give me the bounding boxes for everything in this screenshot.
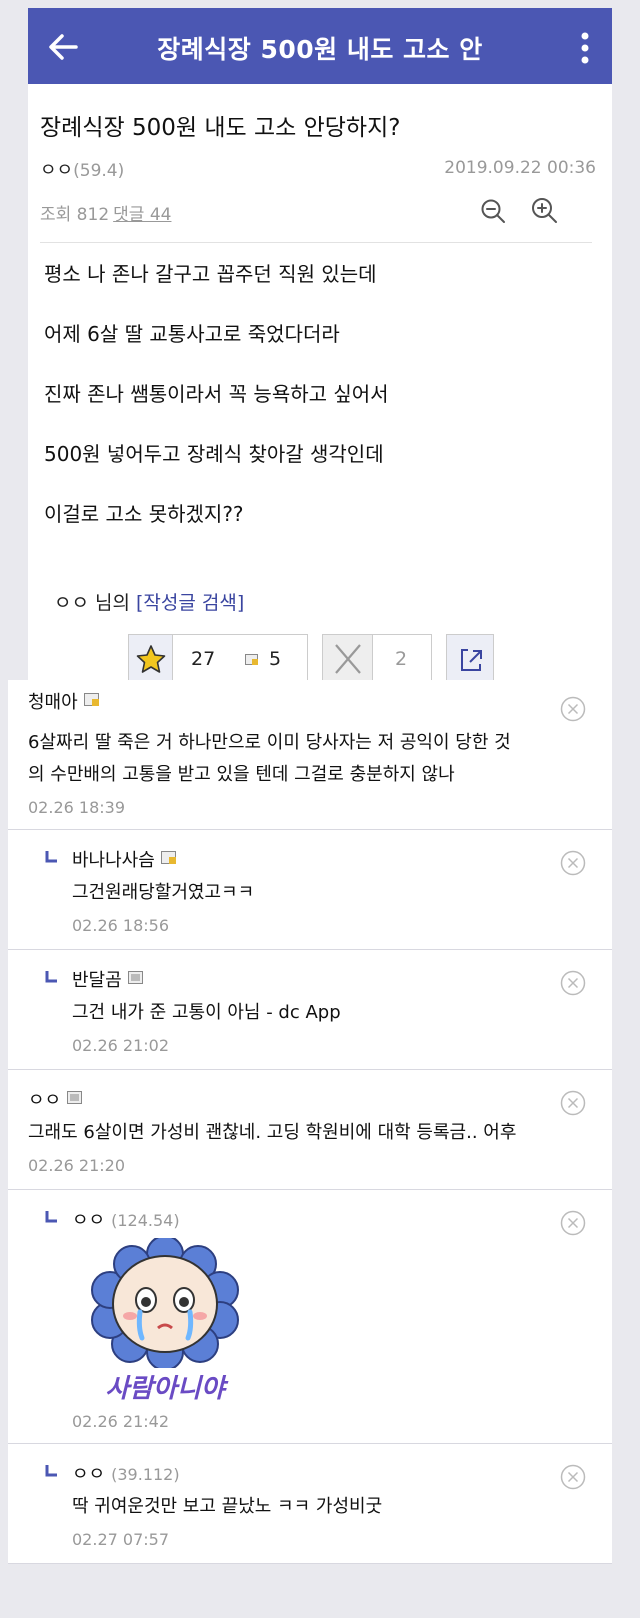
comment-author-score: (124.54)	[111, 1211, 180, 1230]
downvote-button[interactable]: 2	[322, 634, 432, 684]
reply-item: 반달곰 그건 내가 준 고통이 아님 - dc App 02.26 21:02	[8, 950, 612, 1070]
reply-item: ㅇㅇ (39.112) 딱 귀여운것만 보고 끝났노 ㅋㅋ 가성비굿 02.27 …	[8, 1444, 612, 1564]
comment-author: ㅇㅇ (39.112)	[72, 1460, 180, 1486]
comment-text: 딱 귀여운것만 보고 끝났노 ㅋㅋ 가성비굿	[72, 1496, 383, 1517]
comment-item: ㅇㅇ 그래도 6살이면 가성비 괜찮네. 고딩 학원비에 대학 등록금.. 어후…	[8, 1070, 612, 1190]
header-divider	[40, 242, 592, 243]
post-body-line: 진짜 존나 쌤통이라서 꼭 능욕하고 싶어서	[44, 382, 389, 406]
author-score: (59.4)	[73, 161, 125, 181]
author-name: ㅇㅇ	[40, 160, 74, 181]
post-body-line: 500원 넣어두고 장례식 찾아갈 생각인데	[44, 442, 384, 466]
comment-text: 그건 내가 준 고통이 아님 - dc App	[72, 1002, 341, 1023]
comment-date: 02.26 18:56	[72, 916, 169, 935]
post-card: 장례식장 500원 내도 고소 안 장례식장 500원 내도 고소 안당하지? …	[28, 8, 612, 708]
comment-text: 그건원래당할거였고ㅋㅋ	[72, 882, 255, 903]
post-title: 장례식장 500원 내도 고소 안당하지?	[40, 115, 401, 141]
comment-author-name: ㅇㅇ	[72, 1210, 106, 1231]
reply-item: 바나나사슴 그건원래당할거였고ㅋㅋ 02.26 18:56	[8, 830, 612, 950]
crying-face-icon	[91, 1235, 239, 1371]
comment-date: 02.26 21:02	[72, 1036, 169, 1055]
comment-text: 6살짜리 딸 죽은 거 하나만으로 이미 당사자는 저 공익이 당한 것	[28, 732, 511, 753]
comment-author-name: 반달곰	[72, 970, 122, 991]
view-count: 조회 812	[40, 205, 110, 225]
comment-date: 02.26 21:20	[28, 1156, 125, 1175]
comment-author: 바나나사슴	[72, 846, 177, 872]
share-button[interactable]	[446, 634, 494, 684]
crying-sticker-image: 사람아니야	[80, 1235, 250, 1410]
fixed-user-icon	[83, 693, 99, 706]
app-bar-title: 장례식장 500원 내도 고소 안	[157, 35, 483, 64]
comment-date: 02.27 07:57	[72, 1530, 169, 1549]
comment-count-link[interactable]: 댓글 44	[113, 205, 171, 225]
comment-author-score: (39.112)	[111, 1465, 180, 1484]
fixed-user-icon	[245, 654, 258, 665]
post-date: 2019.09.22 00:36	[444, 158, 596, 178]
comment-date: 02.26 21:42	[72, 1412, 169, 1431]
delete-comment-icon[interactable]	[560, 1464, 586, 1490]
comment-text: 그래도 6살이면 가성비 괜찮네. 고딩 학원비에 대학 등록금.. 어후	[28, 1122, 517, 1143]
zoom-out-icon[interactable]	[480, 198, 506, 224]
downvote-count: 2	[395, 648, 408, 670]
comment-author: ㅇㅇ (124.54)	[72, 1206, 180, 1232]
reply-arrow-icon	[45, 851, 57, 863]
delete-comment-icon[interactable]	[560, 970, 586, 996]
delete-comment-icon[interactable]	[560, 850, 586, 876]
user-icon	[67, 1091, 83, 1104]
fixed-user-icon	[160, 851, 176, 864]
comment-author: ㅇㅇ	[28, 1086, 83, 1112]
upvote-button[interactable]: 27 5	[128, 634, 308, 684]
upvote-count: 27	[191, 648, 216, 670]
comment-author-name: 바나나사슴	[72, 850, 155, 871]
comment-date: 02.26 18:39	[28, 798, 125, 817]
comment-item: 청매아 6살짜리 딸 죽은 거 하나만으로 이미 당사자는 저 공익이 당한 것…	[8, 680, 612, 830]
delete-comment-icon[interactable]	[560, 1090, 586, 1116]
author-posts: ㅇㅇ 님의 [작성글 검색]	[54, 588, 244, 615]
sticker-caption: 사람아니야	[105, 1374, 225, 1404]
post-author[interactable]: ㅇㅇ(59.4)	[40, 156, 124, 182]
comment-author-name: 청매아	[28, 692, 78, 713]
user-icon	[127, 971, 143, 984]
zoom-in-icon[interactable]	[530, 196, 558, 224]
comment-text: 의 수만배의 고통을 받고 있을 텐데 그걸로 충분하지 않나	[28, 764, 455, 785]
post-body-line: 이걸로 고소 못하겠지??	[44, 502, 244, 526]
fixed-upvote-count: 5	[269, 648, 282, 670]
app-bar: 장례식장 500원 내도 고소 안	[28, 8, 612, 84]
page: 장례식장 500원 내도 고소 안 장례식장 500원 내도 고소 안당하지? …	[0, 0, 640, 1618]
reply-item: ㅇㅇ (124.54) 사람아니야 02.26 21:42	[8, 1190, 612, 1444]
share-icon	[461, 649, 482, 671]
comment-author: 반달곰	[72, 966, 144, 992]
post-body-line: 평소 나 존나 갈구고 꼽주던 직원 있는데	[44, 262, 377, 286]
author-posts-search-link[interactable]: [작성글 검색]	[136, 592, 244, 614]
more-options-icon[interactable]	[580, 32, 590, 64]
reply-arrow-icon	[45, 971, 57, 983]
author-posts-label: ㅇㅇ 님의	[54, 592, 130, 614]
reply-arrow-icon	[45, 1211, 57, 1223]
reply-arrow-icon	[45, 1465, 57, 1477]
comment-author: 청매아	[28, 688, 100, 714]
delete-comment-icon[interactable]	[560, 696, 586, 722]
comment-author-name: ㅇㅇ	[72, 1464, 106, 1485]
x-icon	[323, 635, 373, 683]
delete-comment-icon[interactable]	[560, 1210, 586, 1236]
comment-author-name: ㅇㅇ	[28, 1090, 62, 1111]
post-stats: 조회 812 댓글 44	[40, 200, 171, 225]
post-body-line: 어제 6살 딸 교통사고로 죽었다더라	[44, 322, 340, 346]
star-icon	[129, 635, 173, 683]
